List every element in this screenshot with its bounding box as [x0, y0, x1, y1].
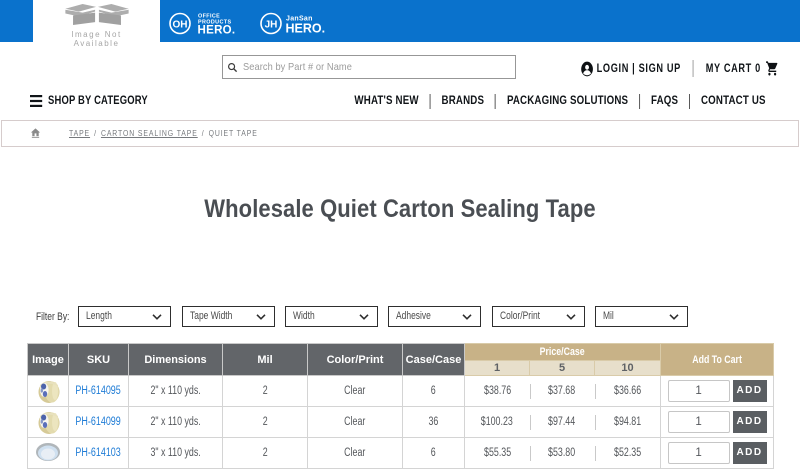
svg-text:HERO.: HERO.	[198, 25, 236, 37]
svg-text:JH: JH	[265, 20, 278, 31]
svg-text:OH: OH	[173, 20, 188, 31]
svg-text:HERO.: HERO.	[286, 22, 326, 36]
